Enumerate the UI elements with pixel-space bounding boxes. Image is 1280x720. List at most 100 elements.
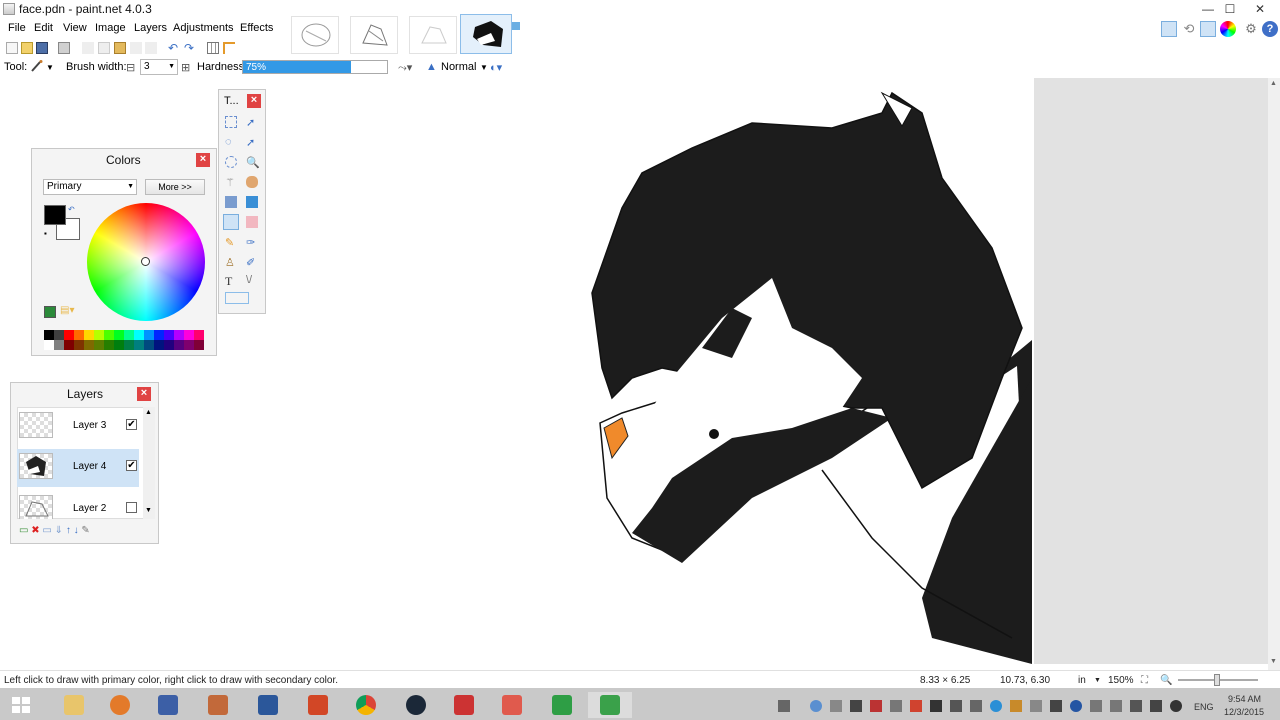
colors-window-icon[interactable] — [1220, 21, 1236, 37]
menu-adjustments[interactable]: Adjustments — [173, 22, 234, 34]
palette-swatch[interactable] — [194, 340, 204, 350]
clock-time[interactable]: 9:54 AM — [1228, 694, 1261, 704]
maximize-button[interactable]: ☐ — [1218, 0, 1242, 18]
close-icon[interactable]: × — [137, 387, 151, 401]
palette-swatch[interactable] — [64, 330, 74, 340]
copy-icon[interactable] — [98, 42, 110, 54]
paintbrush-icon[interactable] — [30, 59, 44, 73]
palette-swatch[interactable] — [184, 340, 194, 350]
drawing-canvas[interactable] — [232, 78, 1034, 664]
keyboard-icon[interactable] — [778, 700, 790, 712]
start-button[interactable] — [0, 692, 44, 718]
palette-swatch[interactable] — [144, 330, 154, 340]
tray-icon[interactable] — [970, 700, 982, 712]
taskbar-powerpoint[interactable] — [296, 692, 340, 718]
layer-row[interactable]: Layer 3 ✔ — [17, 408, 139, 446]
layers-scrollbar[interactable]: ▲ ▼ — [143, 407, 155, 519]
layer-visibility-checkbox[interactable] — [126, 502, 137, 513]
tray-icon[interactable] — [1030, 700, 1042, 712]
more-colors-button[interactable]: More >> — [145, 179, 205, 195]
palette-swatch[interactable] — [124, 340, 134, 350]
help-icon[interactable]: ? — [1262, 21, 1278, 37]
layer-visibility-checkbox[interactable]: ✔ — [126, 460, 137, 471]
paste-icon[interactable] — [114, 42, 126, 54]
zoom-icon[interactable]: 🔍 — [246, 156, 260, 169]
tray-icon[interactable] — [990, 700, 1002, 712]
tray-icon[interactable] — [870, 700, 882, 712]
tray-icon[interactable] — [1170, 700, 1182, 712]
palette-swatch[interactable] — [94, 330, 104, 340]
palette-swatch[interactable] — [74, 340, 84, 350]
magic-wand-icon[interactable]: ⚚ — [225, 176, 235, 189]
gear-icon[interactable]: ⚙ — [1243, 21, 1259, 37]
tray-icon[interactable] — [1090, 700, 1102, 712]
alpha-blending-icon[interactable]: ◐▾ — [490, 61, 502, 74]
zoom-out-icon[interactable]: 🔍 — [1160, 675, 1172, 686]
layers-window-icon[interactable] — [1200, 21, 1216, 37]
palette-swatch[interactable] — [54, 330, 64, 340]
palette-swatch[interactable] — [164, 340, 174, 350]
shapes-icon[interactable] — [225, 292, 249, 304]
palette-swatch[interactable] — [104, 330, 114, 340]
clone-stamp-icon[interactable]: ♙ — [225, 256, 235, 269]
chevron-down-icon[interactable]: ▼ — [46, 63, 54, 72]
ruler-icon[interactable] — [223, 42, 235, 54]
vertical-scrollbar[interactable]: ▲ ▼ — [1268, 78, 1280, 670]
palette-swatch[interactable] — [134, 340, 144, 350]
merge-down-icon[interactable]: ⇓ — [55, 525, 63, 536]
tray-icon[interactable] — [950, 700, 962, 712]
layer-row-selected[interactable]: Layer 4 ✔ — [17, 449, 139, 487]
chevron-down-icon[interactable]: ▼ — [1094, 677, 1101, 684]
bluetooth-icon[interactable] — [1070, 700, 1082, 712]
close-icon[interactable]: × — [196, 153, 210, 167]
chevron-down-icon[interactable]: ▼ — [480, 63, 488, 72]
palette-swatch[interactable] — [44, 330, 54, 340]
taskbar-steam[interactable] — [394, 692, 438, 718]
taskbar-paintnet[interactable] — [146, 692, 190, 718]
tray-icon[interactable] — [910, 700, 922, 712]
taskbar-camtasia-recorder[interactable] — [588, 692, 632, 718]
cut-icon[interactable] — [82, 42, 94, 54]
color-picker-icon[interactable]: ✑ — [246, 236, 255, 249]
taskbar-explorer[interactable] — [52, 692, 96, 718]
palette-menu-icon[interactable]: ▤▾ — [60, 305, 74, 316]
scroll-up-icon[interactable]: ▲ — [145, 409, 152, 416]
tools-window-icon[interactable] — [1161, 21, 1177, 37]
menu-layers[interactable]: Layers — [134, 22, 167, 34]
image-thumbnail-active[interactable] — [460, 14, 512, 54]
image-thumbnail[interactable] — [409, 16, 457, 54]
palette-swatch[interactable] — [164, 330, 174, 340]
image-thumbnail[interactable] — [291, 16, 339, 54]
palette-swatch[interactable] — [184, 330, 194, 340]
menu-image[interactable]: Image — [95, 22, 126, 34]
tray-icon[interactable] — [1010, 700, 1022, 712]
palette-swatch[interactable] — [174, 340, 184, 350]
scroll-down-icon[interactable]: ▼ — [1270, 658, 1277, 665]
move-pixels-icon[interactable]: ➚ — [246, 136, 255, 149]
color-wheel[interactable] — [87, 203, 205, 321]
reset-colors-icon[interactable]: ▪ — [44, 229, 47, 238]
paintbrush-tool-icon[interactable] — [223, 214, 239, 230]
taskbar-word[interactable] — [246, 692, 290, 718]
close-window-button[interactable]: ✕ — [1248, 0, 1272, 18]
history-window-icon[interactable]: ⟲ — [1181, 21, 1197, 37]
lasso-icon[interactable]: ◌ — [225, 136, 232, 148]
palette-swatch[interactable] — [104, 340, 114, 350]
palette-swatch[interactable] — [174, 330, 184, 340]
menu-effects[interactable]: Effects — [240, 22, 273, 34]
scroll-down-icon[interactable]: ▼ — [145, 507, 152, 514]
move-down-icon[interactable]: ↓ — [74, 525, 79, 536]
color-mode-select[interactable]: Primary ▼ — [43, 179, 137, 195]
palette-swatch[interactable] — [114, 330, 124, 340]
palette-swatch[interactable] — [44, 340, 54, 350]
scroll-up-icon[interactable]: ▲ — [1270, 80, 1277, 87]
zoom-slider-thumb[interactable] — [1214, 674, 1220, 686]
palette-swatch[interactable] — [114, 340, 124, 350]
pan-icon[interactable] — [246, 176, 258, 188]
palette-swatch[interactable] — [124, 330, 134, 340]
language-indicator[interactable]: ENG — [1194, 702, 1214, 712]
crop-icon[interactable] — [130, 42, 142, 54]
duplicate-layer-icon[interactable]: ▭ — [42, 525, 51, 536]
move-up-icon[interactable]: ↑ — [66, 525, 71, 536]
taskbar-media[interactable] — [98, 692, 142, 718]
